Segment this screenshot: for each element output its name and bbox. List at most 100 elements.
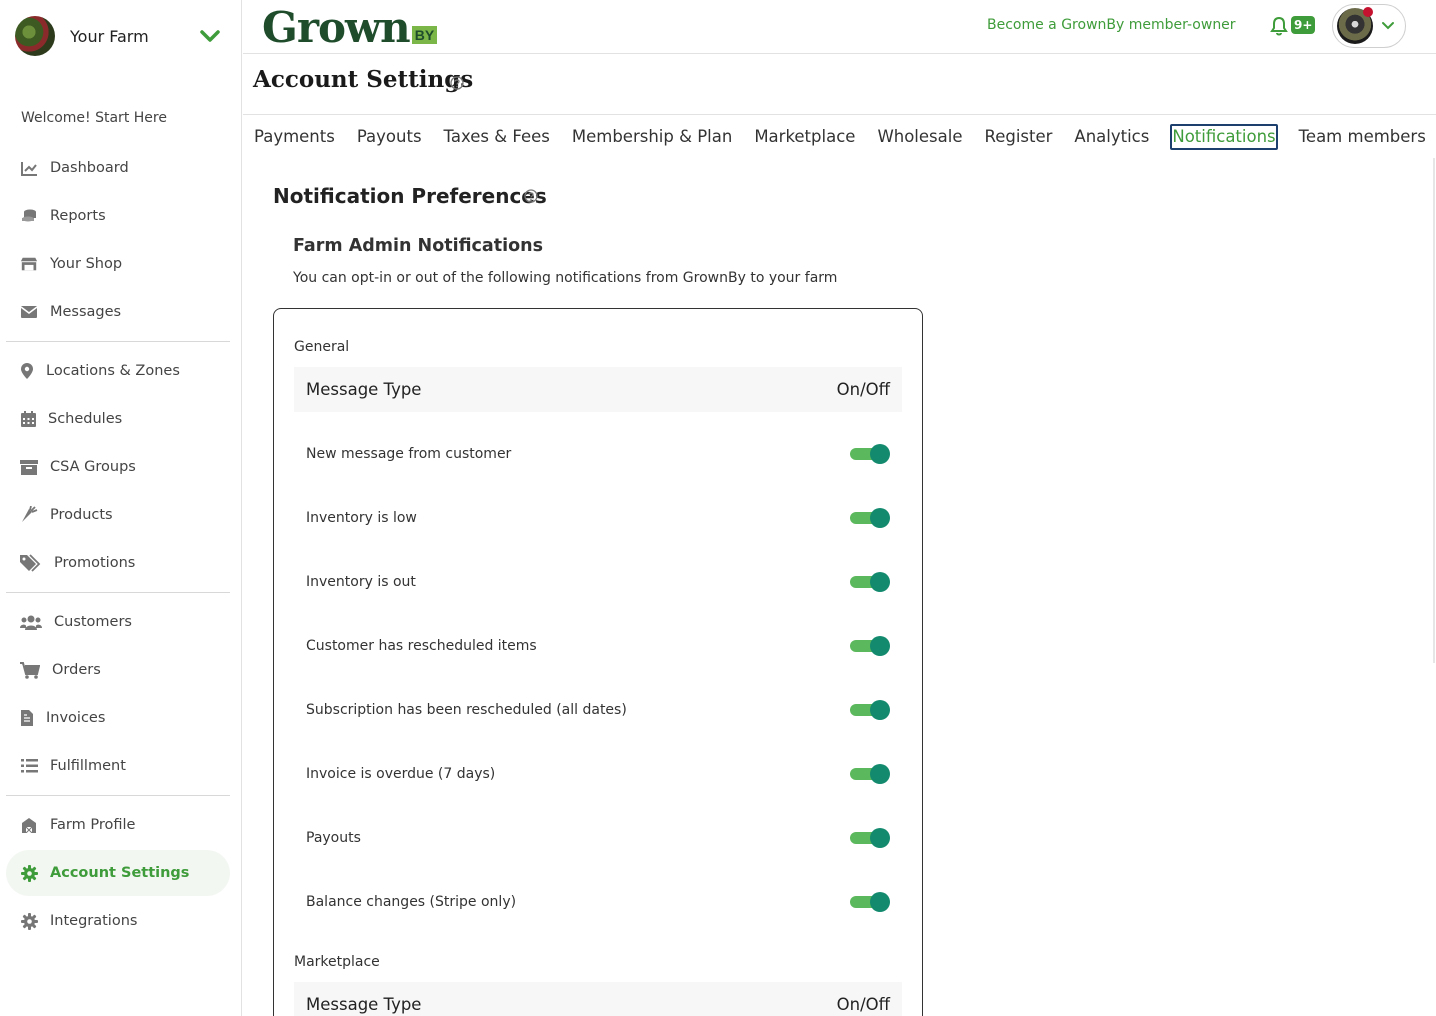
box-icon xyxy=(20,458,38,476)
toggle-switch[interactable] xyxy=(850,827,890,849)
sidebar-item-label: Reports xyxy=(50,208,106,224)
sidebar-item-label: Customers xyxy=(54,614,132,630)
nav-divider xyxy=(6,795,230,796)
sidebar-item-label: Locations & Zones xyxy=(46,363,180,379)
sidebar-item-customers[interactable]: Customers xyxy=(6,599,230,645)
subsection-description: You can opt-in or out of the following n… xyxy=(293,270,838,286)
sidebar-item-your-shop[interactable]: Your Shop xyxy=(6,241,230,287)
list-icon xyxy=(20,757,38,775)
help-icon[interactable] xyxy=(450,76,464,90)
notification-label: Payouts xyxy=(306,830,361,846)
sidebar-item-label: Orders xyxy=(52,662,101,678)
sidebar-item-schedules[interactable]: Schedules xyxy=(6,396,230,442)
notification-row: Subscription has been rescheduled (all d… xyxy=(294,690,902,730)
toggle-switch[interactable] xyxy=(850,763,890,785)
sidebar-item-integrations[interactable]: Integrations xyxy=(6,898,230,944)
notification-row: Inventory is low xyxy=(294,498,902,538)
subsection-title: Farm Admin Notifications xyxy=(293,236,543,256)
envelope-icon xyxy=(20,303,38,321)
member-owner-link[interactable]: Become a GrownBy member-owner xyxy=(987,17,1236,33)
toggle-switch[interactable] xyxy=(850,699,890,721)
sidebar-item-label: Promotions xyxy=(54,555,136,571)
notification-label: Subscription has been rescheduled (all d… xyxy=(306,702,627,718)
sidebar-item-dashboard[interactable]: Dashboard xyxy=(6,145,230,191)
tab-register[interactable]: Register xyxy=(983,124,1053,152)
grownby-logo[interactable]: Grown BY xyxy=(262,2,438,50)
column-header-type: Message Type xyxy=(306,380,422,399)
chevron-down-icon xyxy=(1382,22,1394,30)
table-header: Message Type On/Off xyxy=(294,982,902,1016)
farm-name: Your Farm xyxy=(70,26,149,46)
toggle-switch[interactable] xyxy=(850,443,890,465)
notification-label: Inventory is out xyxy=(306,574,416,590)
tab-team-members[interactable]: Team members xyxy=(1298,124,1427,152)
sidebar-item-label: Dashboard xyxy=(50,160,129,176)
nav-divider xyxy=(6,592,230,593)
page-title: Account Settings xyxy=(253,66,474,93)
sidebar-item-label: Invoices xyxy=(46,710,106,726)
sidebar-item-messages[interactable]: Messages xyxy=(6,289,230,335)
help-icon[interactable] xyxy=(524,189,538,203)
sidebar-item-label: Account Settings xyxy=(50,865,190,881)
sidebar: Your Farm Welcome! Start Here Dashboard … xyxy=(0,0,242,1016)
sidebar-item-orders[interactable]: Orders xyxy=(6,647,230,693)
settings-tabs: Payments Payouts Taxes & Fees Membership… xyxy=(253,124,1436,152)
tab-notifications[interactable]: Notifications xyxy=(1170,124,1278,150)
tab-wholesale[interactable]: Wholesale xyxy=(876,124,963,152)
tab-membership-plan[interactable]: Membership & Plan xyxy=(571,124,733,152)
sidebar-item-label: Products xyxy=(50,507,113,523)
toggle-switch[interactable] xyxy=(850,635,890,657)
notification-row: Customer has rescheduled items xyxy=(294,626,902,666)
sidebar-item-farm-profile[interactable]: Farm Profile xyxy=(6,802,230,848)
cart-icon xyxy=(20,661,40,679)
sidebar-item-invoices[interactable]: Invoices xyxy=(6,695,230,741)
sidebar-item-account-settings[interactable]: Account Settings xyxy=(6,850,230,896)
coins-icon xyxy=(20,207,38,225)
notifications-card: General Message Type On/Off New message … xyxy=(273,308,923,1016)
tab-analytics[interactable]: Analytics xyxy=(1073,124,1150,152)
notification-row: Balance changes (Stripe only) xyxy=(294,882,902,922)
notification-row: Inventory is out xyxy=(294,562,902,602)
toggle-switch[interactable] xyxy=(850,507,890,529)
logo-badge: BY xyxy=(411,26,438,44)
tab-marketplace[interactable]: Marketplace xyxy=(753,124,856,152)
sidebar-item-products[interactable]: Products xyxy=(6,492,230,538)
notification-row: Payouts xyxy=(294,818,902,858)
top-bar: Grown BY Become a GrownBy member-owner 9… xyxy=(243,0,1436,54)
sidebar-item-fulfillment[interactable]: Fulfillment xyxy=(6,743,230,789)
table-header: Message Type On/Off xyxy=(294,367,902,412)
gear-icon xyxy=(20,864,38,882)
sidebar-item-promotions[interactable]: Promotions xyxy=(6,540,230,586)
toggle-switch[interactable] xyxy=(850,891,890,913)
farm-avatar xyxy=(15,16,55,56)
tab-taxes-fees[interactable]: Taxes & Fees xyxy=(443,124,551,152)
divider xyxy=(243,114,1436,115)
notification-row: New message from customer xyxy=(294,434,902,474)
sidebar-item-csa-groups[interactable]: CSA Groups xyxy=(6,444,230,490)
nav-divider xyxy=(6,341,230,342)
sidebar-item-label: Farm Profile xyxy=(50,817,136,833)
tab-payouts[interactable]: Payouts xyxy=(356,124,423,152)
toggle-switch[interactable] xyxy=(850,571,890,593)
store-icon xyxy=(20,255,38,273)
section-title: Notification Preferences xyxy=(273,184,547,208)
notification-label: Balance changes (Stripe only) xyxy=(306,894,517,910)
status-dot xyxy=(1363,7,1373,17)
farm-switcher[interactable]: Your Farm xyxy=(15,15,227,57)
bell-icon[interactable] xyxy=(1268,15,1290,37)
scrollbar[interactable] xyxy=(1433,158,1435,663)
welcome-link[interactable]: Welcome! Start Here xyxy=(21,110,167,126)
calendar-icon xyxy=(20,410,36,428)
tab-payments[interactable]: Payments xyxy=(253,124,336,152)
notification-label: Customer has rescheduled items xyxy=(306,638,537,654)
sidebar-item-label: Messages xyxy=(50,304,122,320)
sidebar-item-locations[interactable]: Locations & Zones xyxy=(6,348,230,394)
user-menu[interactable] xyxy=(1332,4,1406,48)
invoice-icon xyxy=(20,709,34,727)
group-label: General xyxy=(294,339,350,355)
sidebar-item-reports[interactable]: Reports xyxy=(6,193,230,239)
group-label: Marketplace xyxy=(294,954,380,970)
chevron-down-icon[interactable] xyxy=(199,25,221,47)
tags-icon xyxy=(20,554,42,572)
users-icon xyxy=(20,613,42,631)
